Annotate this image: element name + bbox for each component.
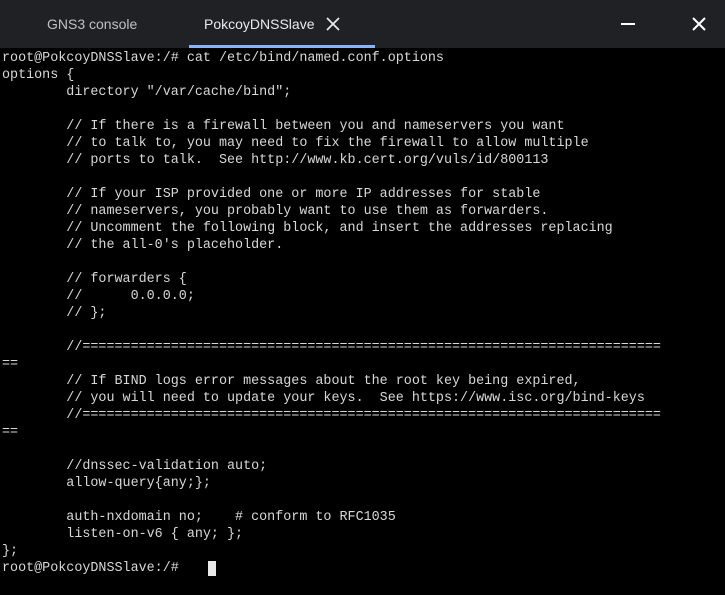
close-icon[interactable] — [683, 8, 715, 40]
terminal-line: auth-nxdomain no; # conform to RFC1035 — [2, 510, 396, 525]
tab-gns3-console-label: GNS3 console — [47, 16, 138, 32]
terminal-line: //======================================… — [2, 408, 661, 423]
terminal-line: }; — [2, 544, 19, 559]
minimize-icon[interactable] — [612, 8, 644, 40]
terminal-line: // nameservers, you probably want to use… — [2, 204, 549, 219]
terminal-output[interactable]: root@PokcoyDNSSlave:/# cat /etc/bind/nam… — [0, 48, 725, 595]
terminal-line: // ports to talk. See http://www.kb.cert… — [2, 153, 549, 168]
terminal-line: allow-query{any;}; — [2, 476, 211, 491]
terminal-line: // to talk to, you may need to fix the f… — [2, 136, 589, 151]
terminal-prompt[interactable]: root@PokcoyDNSSlave:/# — [2, 560, 187, 577]
terminal-line: // you will need to update your keys. Se… — [2, 391, 645, 406]
terminal-line: //dnssec-validation auto; — [2, 459, 268, 474]
terminal-cursor — [208, 561, 216, 576]
terminal-line: == — [2, 357, 19, 372]
close-icon[interactable] — [323, 14, 343, 34]
terminal-line: // Uncomment the following block, and in… — [2, 221, 613, 236]
terminal-line: == — [2, 425, 19, 440]
terminal-line: // forwarders { — [2, 272, 187, 287]
title-bar: GNS3 console PokcoyDNSSlave — [0, 0, 725, 48]
terminal-line: //======================================… — [2, 340, 661, 355]
terminal-line: options { — [2, 68, 75, 83]
terminal-line: // If BIND logs error messages about the… — [2, 374, 581, 389]
tab-pokcoydnsslave-label: PokcoyDNSSlave — [204, 16, 315, 32]
terminal-line: // the all-0's placeholder. — [2, 238, 284, 253]
terminal-window: GNS3 console PokcoyDNSSlave root@PokcoyD… — [0, 0, 725, 595]
terminal-line: // 0.0.0.0; — [2, 289, 195, 304]
terminal-line: root@PokcoyDNSSlave:/# cat /etc/bind/nam… — [2, 51, 444, 66]
terminal-line: listen-on-v6 { any; }; — [2, 527, 244, 542]
tab-pokcoydnsslave[interactable]: PokcoyDNSSlave — [189, 0, 375, 48]
tab-gns3-console[interactable]: GNS3 console — [20, 0, 165, 48]
terminal-line: // }; — [2, 306, 107, 321]
terminal-line: directory "/var/cache/bind"; — [2, 85, 292, 100]
terminal-line: // If your ISP provided one or more IP a… — [2, 187, 541, 202]
terminal-line: // If there is a firewall between you an… — [2, 119, 565, 134]
